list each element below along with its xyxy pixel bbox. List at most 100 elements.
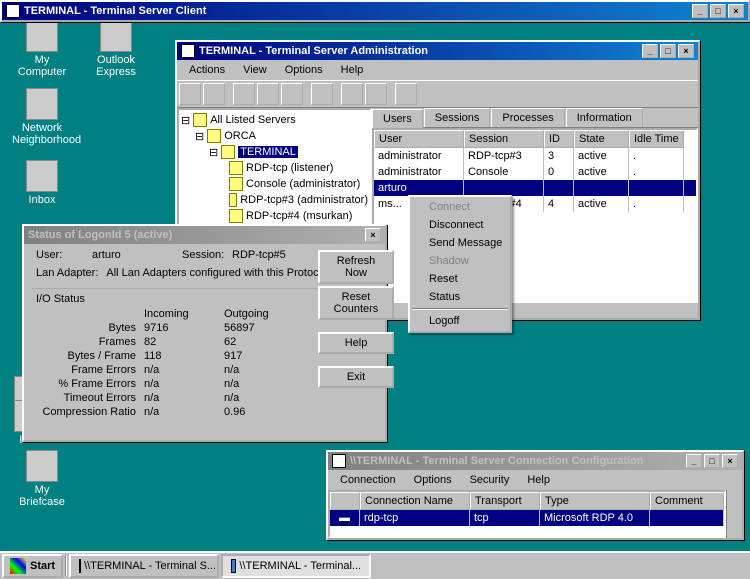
toolbar-btn-3[interactable]: [233, 83, 255, 105]
conn-menu-options[interactable]: Options: [406, 472, 460, 488]
app-icon: [6, 4, 20, 18]
task-icon: [231, 559, 236, 573]
tree-rdp3[interactable]: RDP-tcp#3 (administrator): [181, 192, 368, 208]
conn-minimize-button[interactable]: _: [686, 454, 702, 468]
col-state[interactable]: State: [574, 130, 629, 148]
menu-help[interactable]: Help: [333, 62, 372, 78]
col-id[interactable]: ID: [544, 130, 574, 148]
user-context-menu: Connect Disconnect Send Message Shadow R…: [408, 195, 512, 333]
cm-send-message[interactable]: Send Message: [411, 234, 509, 252]
my-computer-icon[interactable]: My Computer: [12, 20, 72, 78]
toolbar-btn-8[interactable]: [365, 83, 387, 105]
cm-separator: [412, 308, 508, 310]
toolbar-btn-4[interactable]: [257, 83, 279, 105]
inbox-icon[interactable]: Inbox: [12, 160, 72, 206]
task-admin[interactable]: \\TERMINAL - Terminal S...: [69, 554, 219, 578]
tab-information[interactable]: Information: [566, 108, 643, 127]
conn-icon: [332, 454, 346, 468]
reset-counters-button[interactable]: Reset Counters: [318, 286, 394, 320]
conn-menu-security[interactable]: Security: [462, 472, 518, 488]
conn-menu-help[interactable]: Help: [519, 472, 558, 488]
col-outgoing: Outgoing: [220, 307, 273, 321]
toolbar-btn-2[interactable]: [203, 83, 225, 105]
tab-users[interactable]: Users: [372, 109, 423, 128]
list-row-selected[interactable]: arturo: [374, 180, 696, 196]
admin-minimize-button[interactable]: _: [642, 44, 658, 58]
server-icon: [221, 145, 235, 159]
status-close-button[interactable]: ×: [365, 228, 381, 242]
user-label: User:: [32, 248, 88, 262]
admin-icon: [181, 44, 195, 58]
cm-logoff[interactable]: Logoff: [411, 312, 509, 330]
lan-value: All Lan Adapters configured with this Pr…: [102, 266, 331, 280]
col-transport[interactable]: Transport: [470, 492, 540, 510]
conn-titlebar[interactable]: \\TERMINAL - Terminal Server Connection …: [328, 452, 742, 470]
list-row[interactable]: administratorRDP-tcp#33active.: [374, 148, 696, 164]
conn-close-button[interactable]: ×: [722, 454, 738, 468]
col-incoming: Incoming: [140, 307, 220, 321]
admin-titlebar[interactable]: TERMINAL - Terminal Server Administratio…: [177, 42, 698, 60]
session-icon: [229, 209, 243, 223]
cm-connect[interactable]: Connect: [411, 198, 509, 216]
maximize-button[interactable]: □: [710, 4, 726, 18]
cm-status[interactable]: Status: [411, 288, 509, 306]
conn-row[interactable]: ▬ rdp-tcp tcp Microsoft RDP 4.0: [330, 510, 724, 526]
cm-shadow[interactable]: Shadow: [411, 252, 509, 270]
outlook-express-icon[interactable]: Outlook Express: [86, 20, 146, 78]
refresh-now-button[interactable]: Refresh Now: [318, 250, 394, 284]
tree-all-servers[interactable]: ⊟All Listed Servers: [181, 112, 368, 128]
windows-logo-icon: [10, 558, 26, 574]
col-idle[interactable]: Idle Time: [629, 130, 684, 148]
session-label: Session:: [178, 248, 228, 262]
tab-processes[interactable]: Processes: [491, 108, 564, 127]
my-briefcase-icon[interactable]: My Briefcase: [12, 450, 72, 508]
tree-rdp4[interactable]: RDP-tcp#4 (msurkan): [181, 208, 368, 224]
toolbar-btn-1[interactable]: [179, 83, 201, 105]
lan-label: Lan Adapter:: [32, 266, 102, 280]
status-titlebar[interactable]: Status of LogonId 5 (active) ×: [24, 226, 385, 244]
terminal-client-titlebar[interactable]: TERMINAL - Terminal Server Client _ □ ×: [2, 2, 748, 20]
conn-menu-connection[interactable]: Connection: [332, 472, 404, 488]
tree-terminal[interactable]: ⊟TERMINAL: [181, 144, 368, 160]
conn-maximize-button[interactable]: □: [704, 454, 720, 468]
col-comment[interactable]: Comment: [650, 492, 724, 510]
tab-sessions[interactable]: Sessions: [424, 108, 491, 127]
toolbar-btn-5[interactable]: [281, 83, 303, 105]
conn-menubar: Connection Options Security Help: [328, 470, 742, 490]
help-button[interactable]: Help: [318, 332, 394, 354]
menu-view[interactable]: View: [235, 62, 275, 78]
conn-row-icon: ▬: [330, 510, 360, 526]
menu-options[interactable]: Options: [277, 62, 331, 78]
menu-actions[interactable]: Actions: [181, 62, 233, 78]
toolbar-btn-6[interactable]: [311, 83, 333, 105]
admin-close-button[interactable]: ×: [678, 44, 694, 58]
close-button[interactable]: ×: [728, 4, 744, 18]
tree-rdp-listener[interactable]: RDP-tcp (listener): [181, 160, 368, 176]
domain-icon: [207, 129, 221, 143]
toolbar-btn-7[interactable]: [341, 83, 363, 105]
task-icon: [79, 559, 81, 573]
admin-maximize-button[interactable]: □: [660, 44, 676, 58]
task-conn[interactable]: \\TERMINAL - Terminal...: [221, 554, 371, 578]
tab-strip: Users Sessions Processes Information: [372, 108, 698, 128]
cm-disconnect[interactable]: Disconnect: [411, 216, 509, 234]
list-row[interactable]: administratorConsole0active.: [374, 164, 696, 180]
network-neighborhood-icon[interactable]: Network Neighborhood: [12, 88, 72, 146]
tree-orca[interactable]: ⊟ORCA: [181, 128, 368, 144]
cm-reset[interactable]: Reset: [411, 270, 509, 288]
exit-button[interactable]: Exit: [318, 366, 394, 388]
user-value: arturo: [88, 248, 178, 262]
col-type[interactable]: Type: [540, 492, 650, 510]
list-header: User Session ID State Idle Time: [374, 130, 696, 148]
toolbar-btn-9[interactable]: [395, 83, 417, 105]
tree-console[interactable]: Console (administrator): [181, 176, 368, 192]
col-session[interactable]: Session: [464, 130, 544, 148]
minimize-button[interactable]: _: [692, 4, 708, 18]
conn-scrollbar[interactable]: [726, 490, 742, 538]
start-button[interactable]: Start: [2, 554, 63, 578]
conn-window: \\TERMINAL - Terminal Server Connection …: [326, 450, 744, 540]
conn-list[interactable]: Connection Name Transport Type Comment ▬…: [328, 490, 726, 538]
col-conn-name[interactable]: Connection Name: [360, 492, 470, 510]
col-user[interactable]: User: [374, 130, 464, 148]
taskbar: Start \\TERMINAL - Terminal S... \\TERMI…: [0, 551, 750, 579]
